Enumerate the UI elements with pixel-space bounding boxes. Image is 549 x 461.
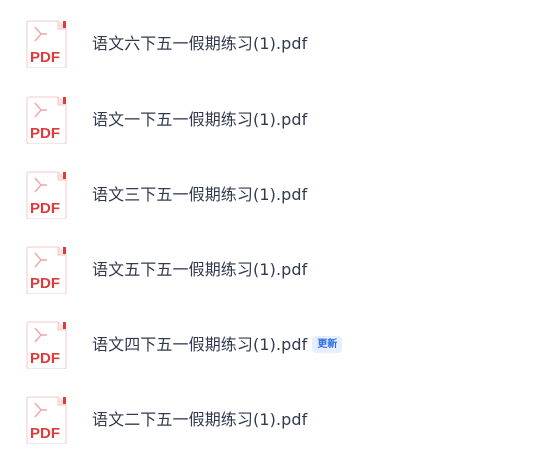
file-item[interactable]: PDF 语文一下五一假期练习(1).pdf: [0, 82, 549, 157]
pdf-icon-label: PDF: [30, 350, 60, 367]
file-item[interactable]: PDF 语文三下五一假期练习(1).pdf: [0, 157, 549, 232]
pdf-icon-label: PDF: [30, 49, 60, 66]
pdf-icon-label: PDF: [30, 275, 60, 292]
pdf-file-icon: PDF: [26, 96, 67, 144]
file-list: PDF 语文六下五一假期练习(1).pdf PDF 语文一下五一假期练习(1).…: [0, 0, 549, 461]
file-name: 语文三下五一假期练习(1).pdf: [92, 184, 308, 204]
file-name: 语文二下五一假期练习(1).pdf: [92, 409, 308, 429]
file-name: 语文六下五一假期练习(1).pdf: [92, 33, 308, 53]
pdf-icon-label: PDF: [30, 425, 60, 442]
pdf-file-icon: PDF: [26, 20, 67, 68]
pdf-file-icon: PDF: [26, 246, 67, 294]
pdf-icon-label: PDF: [30, 200, 60, 217]
file-name: 语文一下五一假期练习(1).pdf: [92, 109, 308, 129]
update-badge: 更新: [312, 336, 343, 353]
pdf-icon-label: PDF: [30, 125, 60, 142]
file-item[interactable]: PDF 语文六下五一假期练习(1).pdf: [0, 6, 549, 81]
pdf-file-icon: PDF: [26, 171, 67, 219]
pdf-file-icon: PDF: [26, 321, 67, 369]
file-name: 语文四下五一假期练习(1).pdf: [92, 334, 308, 354]
pdf-file-icon: PDF: [26, 396, 67, 444]
file-item[interactable]: PDF 语文二下五一假期练习(1).pdf: [0, 382, 549, 457]
file-item[interactable]: PDF 语文四下五一假期练习(1).pdf 更新: [0, 307, 549, 382]
file-name: 语文五下五一假期练习(1).pdf: [92, 259, 308, 279]
file-item[interactable]: PDF 语文五下五一假期练习(1).pdf: [0, 232, 549, 307]
